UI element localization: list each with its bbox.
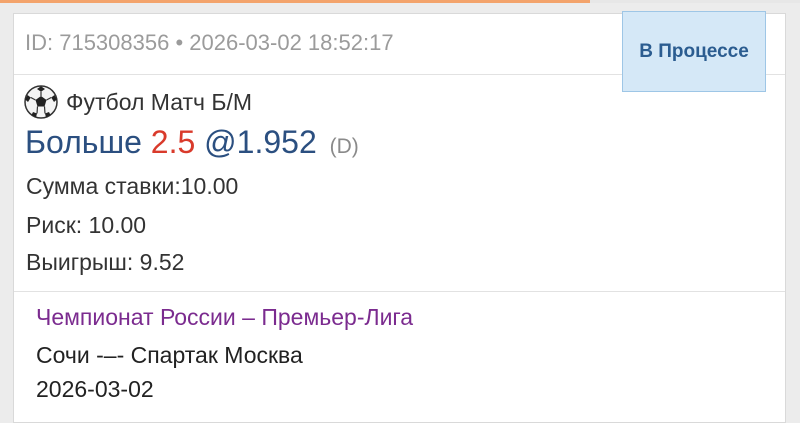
stake-amount: Сумма ставки:10.00 (26, 173, 239, 199)
selection-row: Больше 2.5 @1.952 (D) (25, 122, 359, 167)
bet-card[interactable]: ID: 715308356 • 2026-03-02 18:52:17 В Пр… (13, 11, 786, 423)
divider (14, 291, 785, 292)
status-badge: В Процессе (622, 11, 766, 92)
match-teams: Сочи -–- Спартак Москва (36, 342, 303, 368)
match-date: 2026-03-02 (36, 376, 154, 402)
selection-odds: @1.952 (204, 124, 317, 160)
top-accent-bar (0, 0, 800, 3)
odds-format: (D) (329, 135, 359, 158)
sport-row: Футбол Матч Б/М (24, 84, 252, 120)
league-name: Чемпионат России – Премьер-Лига (36, 304, 414, 330)
selection-handicap: 2.5 (150, 124, 196, 160)
risk-amount: Риск: 10.00 (26, 212, 147, 238)
bet-id-timestamp: ID: 715308356 • 2026-03-02 18:52:17 (25, 30, 394, 55)
accent-progress (0, 0, 590, 3)
soccer-ball-icon (24, 85, 58, 119)
win-amount: Выигрыш: 9.52 (26, 249, 185, 275)
selection-pick: Больше (25, 124, 142, 160)
sport-market-label: Футбол Матч Б/М (66, 88, 253, 115)
